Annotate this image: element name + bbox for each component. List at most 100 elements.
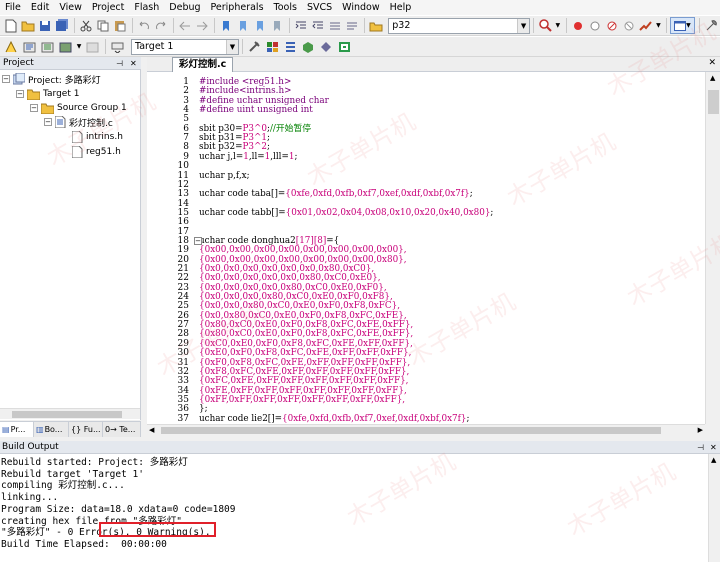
code-line[interactable]: {0xFF,0xFF,0xFF,0xFF,0xFF,0xFF,0xFF,0xFF…: [199, 395, 405, 405]
build-icon[interactable]: [21, 38, 38, 55]
tab-books[interactable]: ▥ Bo...: [34, 422, 69, 437]
menu-file[interactable]: File: [0, 0, 26, 15]
collapse-icon[interactable]: −: [2, 75, 10, 83]
scroll-thumb[interactable]: [161, 427, 661, 434]
tree-file-main[interactable]: − 彩灯控制.c: [44, 115, 113, 129]
code-editor[interactable]: 1 2 3 4 5 6 7 8 9 10 11 12 13 14 15 16 17 18 19 20 21 22 23 24 2…: [147, 72, 720, 424]
tools-icon[interactable]: [703, 17, 719, 34]
code-line[interactable]: uchar p,f,x;: [199, 171, 250, 181]
find-combo[interactable]: p32 ▼: [388, 17, 531, 34]
tree-header-reg51[interactable]: reg51.h: [72, 145, 121, 159]
project-tree: − Project: 多路彩灯 − Target 1 − Source Grou…: [0, 70, 141, 420]
chevron-down-icon[interactable]: ▼: [226, 39, 238, 54]
menu-edit[interactable]: Edit: [26, 0, 54, 15]
menu-peripherals[interactable]: Peripherals: [206, 0, 269, 15]
debug-start-icon[interactable]: [570, 17, 586, 34]
scroll-thumb[interactable]: [708, 90, 719, 114]
menu-flash[interactable]: Flash: [129, 0, 164, 15]
bookmark-next-icon[interactable]: [252, 17, 268, 34]
new-file-icon[interactable]: [3, 17, 19, 34]
rebuild-icon[interactable]: [39, 38, 56, 55]
breakpoint-disable-icon[interactable]: [604, 17, 620, 34]
window-layout-icon[interactable]: ▼: [670, 17, 695, 34]
menu-window[interactable]: Window: [337, 0, 384, 15]
build-vscrollbar[interactable]: ▲: [708, 454, 720, 562]
chevron-down-icon[interactable]: ▼: [655, 17, 663, 34]
bookmark-prev-icon[interactable]: [235, 17, 251, 34]
tab-project[interactable]: ▤ Pr...: [0, 422, 34, 437]
tab-functions[interactable]: {} Fu...: [69, 422, 103, 437]
close-icon[interactable]: ✕: [710, 441, 717, 454]
find-in-files-icon[interactable]: [368, 17, 384, 34]
stop-build-icon[interactable]: [84, 38, 101, 55]
nav-back-icon[interactable]: [177, 17, 193, 34]
tree-source-group[interactable]: − Source Group 1: [30, 101, 127, 115]
build-output-pane[interactable]: Rebuild started: Project: 多路彩灯 Rebuild ta…: [0, 454, 720, 562]
cut-icon[interactable]: [78, 17, 94, 34]
menu-project[interactable]: Project: [87, 0, 130, 15]
code-line[interactable]: uchar code lie2[]={0xfe,0xfd,0xfb,0xf7,0…: [199, 414, 469, 424]
pack-installer-icon[interactable]: [300, 38, 317, 55]
select-packs-icon[interactable]: [318, 38, 335, 55]
close-icon[interactable]: ✕: [130, 57, 137, 70]
unindent-icon[interactable]: [310, 17, 326, 34]
search-icon[interactable]: [537, 17, 553, 34]
nav-forward-icon[interactable]: [194, 17, 210, 34]
bookmark-clear-icon[interactable]: [269, 17, 285, 34]
batch-build-icon[interactable]: [57, 38, 74, 55]
chevron-down-icon[interactable]: ▼: [554, 17, 562, 34]
menu-svcs[interactable]: SVCS: [302, 0, 337, 15]
open-folder-icon[interactable]: [20, 17, 36, 34]
tab-main-file[interactable]: 彩灯控制.c: [172, 57, 234, 72]
editor-hscrollbar[interactable]: ◀ ▶: [147, 424, 705, 435]
code-line[interactable]: uchar code tabb[]={0x01,0x02,0x04,0x08,0…: [199, 208, 493, 218]
collapse-icon[interactable]: −: [44, 118, 52, 126]
scroll-up-icon[interactable]: ▲: [711, 456, 716, 464]
tree-target[interactable]: − Target 1: [16, 87, 79, 101]
code-line[interactable]: #define uint unsigned int: [199, 105, 313, 115]
comment-icon[interactable]: [327, 17, 343, 34]
fold-toggle-icon[interactable]: −: [194, 236, 202, 245]
redo-icon[interactable]: [153, 17, 169, 34]
chevron-down-icon[interactable]: ▼: [75, 38, 83, 55]
tree-project-root[interactable]: − Project: 多路彩灯: [2, 72, 101, 86]
code-line[interactable]: uchar j,l=1,ll=1,lll=1;: [199, 152, 297, 162]
scroll-right-icon[interactable]: ▶: [698, 426, 703, 434]
save-icon[interactable]: [37, 17, 53, 34]
breakpoint-kill-icon[interactable]: [621, 17, 637, 34]
uncomment-icon[interactable]: [344, 17, 360, 34]
target-select[interactable]: Target 1 ▼: [131, 38, 239, 55]
indent-icon[interactable]: [293, 17, 309, 34]
copy-icon[interactable]: [95, 17, 111, 34]
chevron-down-icon[interactable]: ▼: [517, 18, 530, 33]
pin-icon[interactable]: ⊣: [697, 441, 704, 454]
editor-vscrollbar[interactable]: ▲: [705, 72, 720, 424]
translate-icon[interactable]: [3, 38, 20, 55]
pin-icon[interactable]: ⊣: [116, 57, 123, 70]
paste-icon[interactable]: [112, 17, 128, 34]
menu-tools[interactable]: Tools: [269, 0, 302, 15]
close-icon[interactable]: ✕: [708, 58, 716, 68]
breakpoint-icon[interactable]: [587, 17, 603, 34]
tab-templates[interactable]: 0→ Te...: [103, 422, 141, 437]
rte-icon[interactable]: [336, 38, 353, 55]
download-icon[interactable]: [109, 38, 126, 55]
save-all-icon[interactable]: [54, 17, 70, 34]
target-options-icon[interactable]: [246, 38, 263, 55]
project-hscrollbar[interactable]: [0, 408, 140, 419]
code-line[interactable]: uchar code taba[]={0xfe,0xfd,0xfb,0xf7,0…: [199, 189, 473, 199]
menu-view[interactable]: View: [54, 0, 87, 15]
configure-icon[interactable]: [638, 17, 654, 34]
tree-header-intrins[interactable]: intrins.h: [72, 130, 123, 144]
menu-help[interactable]: Help: [385, 0, 417, 15]
scroll-up-icon[interactable]: ▲: [710, 74, 715, 82]
components-icon[interactable]: [264, 38, 281, 55]
scroll-left-icon[interactable]: ◀: [149, 426, 154, 434]
undo-icon[interactable]: [136, 17, 152, 34]
scroll-thumb[interactable]: [12, 411, 122, 418]
bookmark-icon[interactable]: [218, 17, 234, 34]
collapse-icon[interactable]: −: [16, 90, 24, 98]
collapse-icon[interactable]: −: [30, 104, 38, 112]
manage-items-icon[interactable]: [282, 38, 299, 55]
menu-debug[interactable]: Debug: [164, 0, 205, 15]
